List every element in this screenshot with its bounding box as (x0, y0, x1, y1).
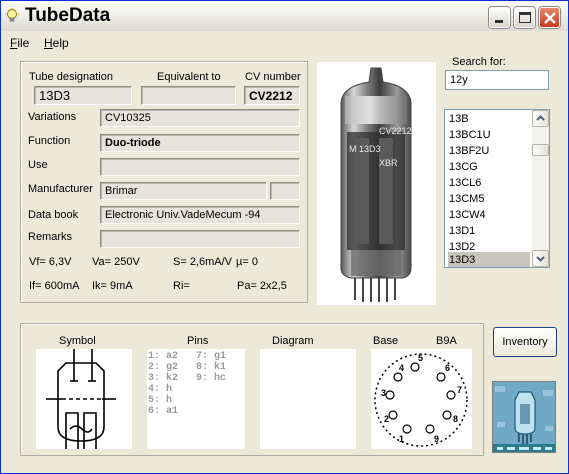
function-label: Function (28, 135, 71, 147)
menu-file-rest: ile (17, 36, 30, 50)
close-icon (544, 12, 556, 24)
base-box: 5 4 3 2 1 9 8 7 6 (371, 349, 472, 449)
pin-item: 4: h (148, 384, 173, 395)
list-item[interactable]: 13CM5 (448, 191, 530, 207)
list-item[interactable]: 13CL6 (448, 175, 530, 191)
close-button[interactable] (539, 7, 560, 28)
pin-item: 5: h (148, 395, 173, 406)
maximize-icon (519, 12, 531, 23)
if-value: If= 600mA (29, 280, 80, 292)
tube-print-type: M 13D3 (349, 144, 381, 154)
minimize-icon (495, 20, 503, 23)
ik-value: Ik= 9mA (92, 280, 133, 292)
manufacturer-extra-field[interactable] (270, 182, 300, 200)
variations-field[interactable]: CV10325 (100, 109, 300, 127)
minimize-button[interactable] (489, 7, 510, 28)
vf-value: Vf= 6,3V (29, 256, 72, 268)
cv-number-label: CV number (245, 71, 301, 83)
data-book-field[interactable]: Electronic Univ.VadeMecum -94 (100, 206, 300, 224)
list-item-selected[interactable]: 13D3 (448, 252, 530, 267)
data-book-label: Data book (28, 209, 79, 221)
symbol-label: Symbol (59, 335, 96, 347)
pin-item: 6: a1 (148, 406, 179, 417)
use-label: Use (28, 159, 48, 171)
list-item[interactable]: 13B (448, 111, 530, 127)
scroll-down-button[interactable] (532, 250, 549, 267)
pin-item: 7: g1 (196, 351, 227, 362)
scroll-thumb[interactable] (532, 144, 549, 156)
menu-help-rest: elp (52, 36, 69, 50)
maximize-button[interactable] (514, 7, 535, 28)
use-field[interactable] (100, 158, 300, 176)
search-label: Search for: (452, 56, 506, 68)
mu-value: µ= 0 (236, 256, 258, 268)
pin-item: 3: k2 (148, 373, 179, 384)
function-field[interactable]: Duo-triode (100, 134, 300, 152)
tube-print-brand: XBR (379, 158, 398, 168)
inventory-button[interactable]: Inventory (493, 327, 557, 357)
remarks-field[interactable] (100, 230, 300, 248)
pa-value: Pa= 2x2,5 (237, 280, 287, 292)
pin-item: 9: hc (196, 373, 227, 384)
remarks-label: Remarks (28, 231, 73, 243)
manufacturer-label: Manufacturer (28, 183, 93, 195)
va-value: Va= 250V (92, 256, 140, 268)
diagram-label: Diagram (272, 335, 314, 347)
scroll-up-button[interactable] (532, 110, 549, 127)
base-diagram: 5 4 3 2 1 9 8 7 6 (374, 353, 468, 447)
pins-column-2: 7: g1 8: k1 9: hc (196, 351, 226, 384)
base-pin-6: 6 (445, 363, 450, 373)
diagram-box (260, 349, 356, 449)
list-item[interactable]: 13D1 (448, 223, 530, 239)
menu-bar: File Help (1, 32, 568, 52)
menu-help-hotkey: H (44, 36, 53, 50)
pins-label: Pins (187, 335, 209, 347)
base-type-label: B9A (436, 335, 457, 347)
tube-photo: CV2212 M 13D3 XBR (317, 62, 436, 305)
base-pin-5: 5 (418, 353, 423, 363)
base-label: Base (373, 335, 399, 347)
base-pin-2: 2 (384, 414, 389, 424)
symbol-box (36, 349, 132, 449)
lightbulb-icon (5, 8, 19, 22)
equivalent-to-label: Equivalent to (157, 71, 221, 83)
chevron-down-icon (536, 256, 545, 262)
tube-logo-icon (493, 382, 555, 452)
base-pin-7: 7 (457, 385, 462, 395)
menu-help[interactable]: Help (44, 36, 69, 50)
pin-item: 2: g2 (148, 362, 179, 373)
window-title: TubeData (25, 5, 111, 26)
list-item[interactable]: 13CG (448, 159, 530, 175)
base-pin-8: 8 (453, 414, 458, 424)
tube-image: CV2212 M 13D3 XBR (340, 67, 412, 302)
chevron-up-icon (536, 115, 545, 121)
menu-file[interactable]: File (10, 36, 29, 50)
title-bar[interactable]: TubeData (1, 1, 568, 31)
s-value: S= 2,6mA/V (173, 256, 233, 268)
search-input[interactable]: 12y (445, 70, 549, 90)
pin-item: 1: a2 (148, 351, 179, 362)
equivalent-to-field[interactable] (141, 86, 236, 105)
triode-symbol (46, 349, 116, 449)
base-pin-9: 9 (434, 434, 439, 444)
main-window: TubeData File Help Tube designation Equi… (0, 0, 569, 474)
cv-number-field[interactable]: CV2212 (244, 86, 300, 105)
base-pin-3: 3 (381, 388, 386, 398)
manufacturer-field[interactable]: Brimar (100, 182, 267, 200)
list-item[interactable]: 13BF2U (448, 143, 530, 159)
base-pin-1: 1 (399, 434, 404, 444)
list-item[interactable]: 13CW4 (448, 207, 530, 223)
tube-designation-label: Tube designation (29, 71, 113, 83)
list-item[interactable]: 13BC1U (448, 127, 530, 143)
base-pin-4: 4 (399, 363, 404, 373)
tube-designation-field[interactable]: 13D3 (34, 86, 132, 105)
pin-item: 8: k1 (196, 362, 227, 373)
app-logo (492, 381, 556, 453)
tube-listbox[interactable]: 13B 13BC1U 13BF2U 13CG 13CL6 13CM5 13CW4… (444, 109, 550, 268)
pins-column-1: 1: a2 2: g2 3: k2 4: h 5: h 6: a1 (148, 351, 178, 417)
tube-print-cv: CV2212 (379, 126, 412, 136)
list-scrollbar[interactable] (532, 110, 549, 267)
ri-value: Ri= (173, 280, 190, 292)
variations-label: Variations (28, 111, 77, 123)
